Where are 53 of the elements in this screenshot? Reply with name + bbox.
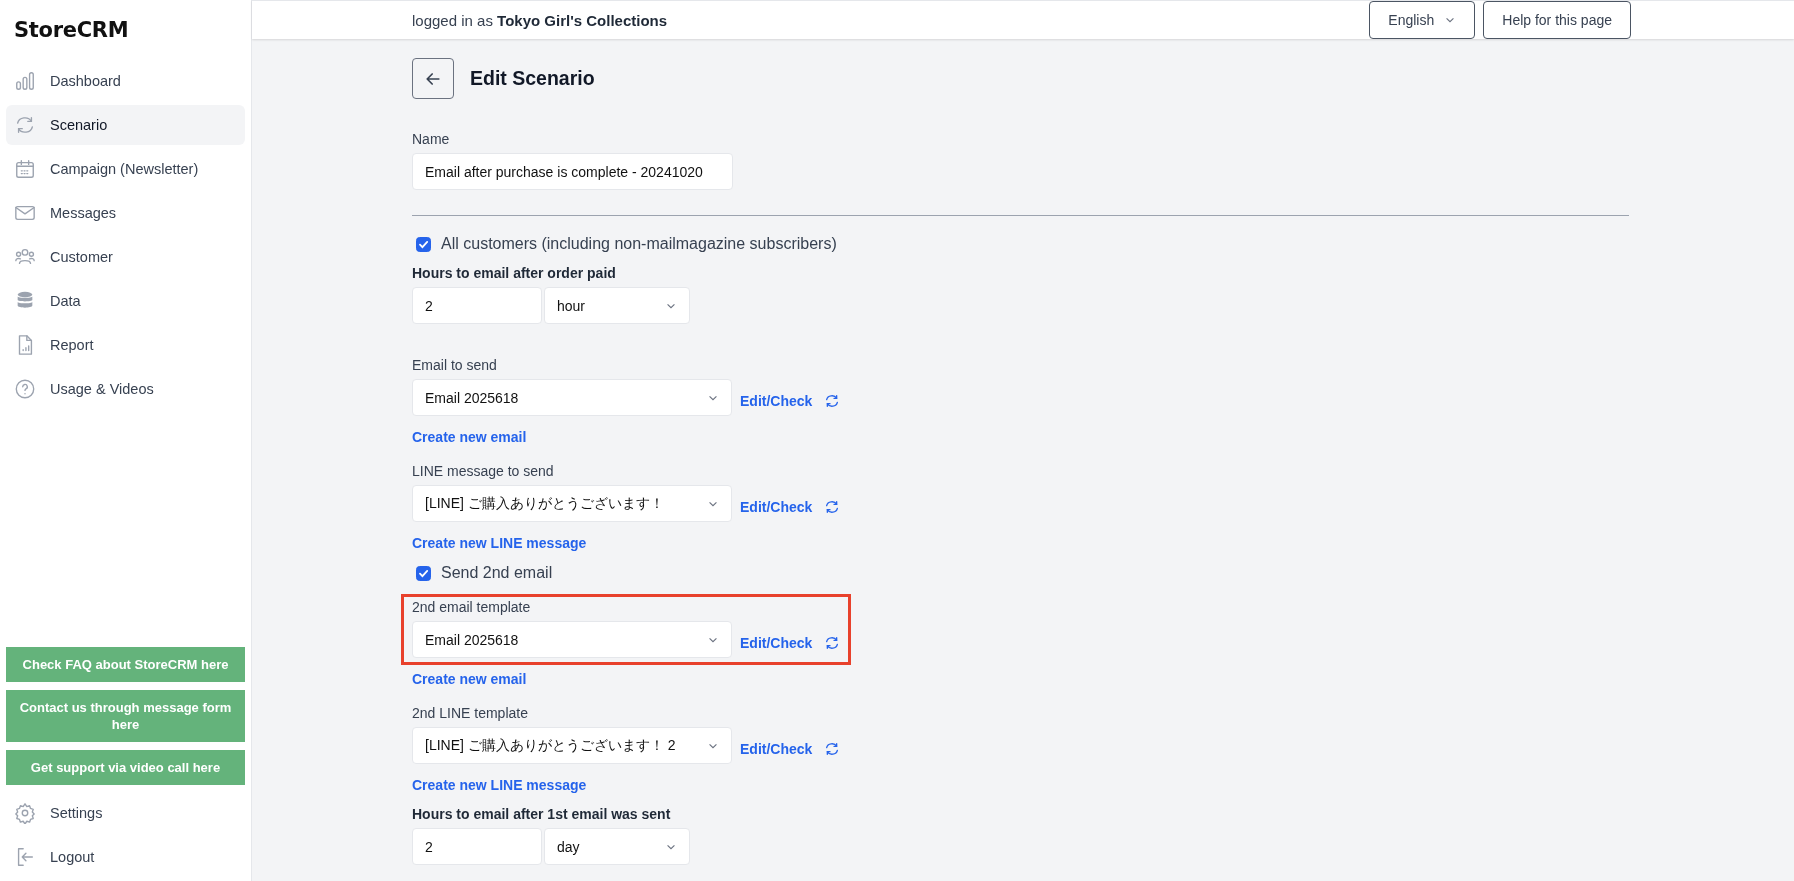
select-field[interactable]: Email 2025618	[412, 379, 732, 416]
select-field[interactable]: Email 2025618	[412, 621, 732, 658]
field-label: Email to send	[412, 357, 498, 373]
nav-item[interactable]: Campaign (Newsletter)	[6, 149, 245, 189]
field-label: Hours to email after order paid	[412, 265, 616, 281]
refresh-icon	[14, 114, 36, 136]
edit-check-link[interactable]: Edit/Check	[740, 393, 813, 409]
nav-item[interactable]: Data	[6, 281, 245, 321]
edit-check-link[interactable]: Edit/Check	[740, 635, 813, 651]
calendar-icon	[14, 158, 36, 180]
name-field[interactable]: Email after purchase is complete - 20241020	[412, 153, 733, 190]
field-label: 2nd LINE template	[412, 705, 529, 721]
select-field[interactable]: day	[544, 828, 690, 865]
field-label: Name	[412, 131, 450, 147]
select-field[interactable]: hour	[544, 287, 690, 324]
create-link[interactable]: Create new LINE message	[412, 535, 587, 551]
number-field[interactable]: 2	[412, 287, 542, 324]
edit-check-link[interactable]: Edit/Check	[740, 741, 813, 757]
page-title: Edit Scenario	[470, 67, 595, 90]
field-label: 2nd email template	[412, 599, 532, 615]
checkbox[interactable]	[416, 565, 431, 581]
select-field[interactable]: [LINE] ご購入ありがとうございます！ 2	[412, 727, 732, 764]
refresh-icon	[824, 393, 841, 409]
nav-item[interactable]: Dashboard	[6, 61, 245, 101]
edit-check-link[interactable]: Edit/Check	[740, 499, 813, 515]
help-button[interactable]: Help for this page	[1483, 1, 1631, 39]
bar-chart-icon	[14, 70, 36, 92]
select-field[interactable]: [LINE] ご購入ありがとうございます！	[412, 485, 732, 522]
refresh-icon	[824, 635, 841, 651]
refresh-icon	[824, 499, 841, 515]
nav-item[interactable]: Usage & Videos	[6, 369, 245, 409]
field-label: LINE message to send	[412, 463, 555, 479]
checkbox[interactable]	[416, 236, 431, 252]
nav-item[interactable]: Customer	[6, 237, 245, 277]
nav-item[interactable]: Settings	[6, 793, 245, 833]
nav-item[interactable]: Report	[6, 325, 245, 365]
nav-item[interactable]: Scenario	[6, 105, 245, 145]
create-link[interactable]: Create new email	[412, 429, 527, 445]
refresh-icon	[824, 741, 841, 757]
checkbox-label: All customers (including non-mailmagazine subscribers)	[441, 235, 837, 253]
app-logo: StoreCRM	[13, 17, 130, 44]
field-label: Hours to email after 1st email was sent	[412, 806, 671, 822]
back-button[interactable]	[412, 58, 454, 99]
language-dropdown[interactable]: English	[1369, 1, 1476, 39]
number-field[interactable]: 2	[412, 828, 542, 865]
nav-item[interactable]: Messages	[6, 193, 245, 233]
nav-item[interactable]: Logout	[6, 837, 245, 877]
create-link[interactable]: Create new LINE message	[412, 777, 587, 793]
question-icon	[14, 378, 36, 400]
create-link[interactable]: Create new email	[412, 671, 527, 687]
logged-in-user: logged in as Tokyo Girl's Collections	[412, 11, 668, 29]
checkbox-label: Send 2nd email	[441, 564, 553, 582]
gear-icon	[14, 802, 36, 824]
